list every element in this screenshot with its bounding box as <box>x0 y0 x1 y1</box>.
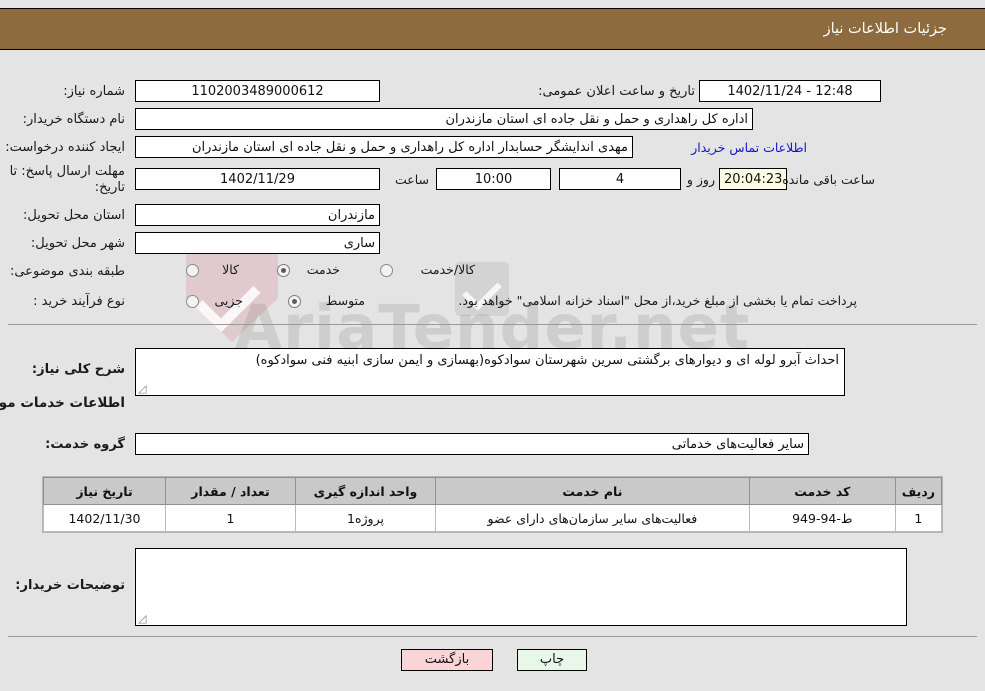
buyer-notes-label: توضیحات خریدار: <box>15 578 125 593</box>
general-description-textarea[interactable]: احداث آبرو لوله ای و دیوارهای برگشتی سری… <box>135 348 845 396</box>
cell-unit: پروژه1 <box>295 504 436 532</box>
deadline-hour-value: 10:00 <box>436 168 551 190</box>
cell-service-name: فعالیت‌های سایر سازمان‌های دارای عضو <box>435 504 750 532</box>
deadline-days-label: روز و <box>686 172 715 187</box>
page-root: AriaTender.net جزئیات اطلاعات نیاز شماره… <box>0 0 985 691</box>
cell-service-code: ط-94-949 <box>748 504 896 532</box>
resize-grip-icon[interactable]: ◺ <box>138 382 149 395</box>
deadline-label: مهلت ارسال پاسخ: تا تاریخ: <box>9 164 125 195</box>
page-title-bar: جزئیات اطلاعات نیاز <box>0 8 985 50</box>
deadline-date-value: 1402/11/29 <box>135 168 380 190</box>
deadline-remaining-label: ساعت باقی مانده <box>782 172 875 187</box>
radio-purchase-medium-label: متوسط <box>325 293 365 308</box>
radio-subject-goods[interactable] <box>186 264 199 277</box>
subject-class-label: طبقه بندی موضوعی: <box>9 264 125 279</box>
radio-subject-service[interactable] <box>277 264 290 277</box>
col-header-service-code: کد خدمت <box>748 477 896 505</box>
services-section-title: اطلاعات خدمات مورد نیاز <box>0 395 125 411</box>
cell-quantity: 1 <box>165 504 296 532</box>
delivery-city-label: شهر محل تحویل: <box>30 236 125 251</box>
general-description-value: احداث آبرو لوله ای و دیوارهای برگشتی سری… <box>255 353 839 368</box>
cell-index: 1 <box>894 504 943 532</box>
table-row: 1 ط-94-949 فعالیت‌های سایر سازمان‌های دا… <box>43 504 943 532</box>
purchase-type-note: پرداخت تمام یا بخشی از مبلغ خرید،از محل … <box>458 293 857 308</box>
section-divider-bottom <box>8 636 977 637</box>
back-button[interactable]: بازگشت <box>401 649 493 671</box>
deadline-hour-label: ساعت <box>394 172 429 187</box>
announce-datetime-value: 1402/11/24 - 12:48 <box>699 80 881 102</box>
need-number-label: شماره نیاز: <box>63 84 125 99</box>
service-group-value: سایر فعالیت‌های خدماتی <box>135 433 809 455</box>
radio-subject-service-label: خدمت <box>306 262 340 277</box>
requester-label: ایجاد کننده درخواست: <box>5 140 125 155</box>
radio-subject-goods-label: کالا <box>222 262 239 277</box>
buyer-org-value: اداره کل راهداری و حمل و نقل جاده ای است… <box>135 108 753 130</box>
buyer-contact-link[interactable]: اطلاعات تماس خریدار <box>691 140 807 155</box>
resize-grip-icon-notes[interactable]: ◺ <box>138 612 149 625</box>
col-header-index: ردیف <box>894 477 943 505</box>
requester-value: مهدی اندایشگر حسابدار اداره کل راهداری و… <box>135 136 633 158</box>
section-divider-top <box>8 324 977 325</box>
buyer-org-label: نام دستگاه خریدار: <box>22 112 125 127</box>
radio-purchase-minor-label: جزیی <box>214 293 243 308</box>
table-header-row: ردیف کد خدمت نام خدمت واحد اندازه گیری ت… <box>43 477 943 505</box>
services-table-wrapper: ردیف کد خدمت نام خدمت واحد اندازه گیری ت… <box>42 476 943 533</box>
purchase-type-label: نوع فرآیند خرید : <box>33 294 125 309</box>
col-header-quantity: تعداد / مقدار <box>165 477 296 505</box>
radio-subject-goods-service-label: کالا/خدمت <box>420 262 475 277</box>
col-header-need-date: تاریخ نیاز <box>43 477 166 505</box>
services-table: ردیف کد خدمت نام خدمت واحد اندازه گیری ت… <box>43 477 943 532</box>
cell-need-date: 1402/11/30 <box>43 504 166 532</box>
service-group-label: گروه خدمت: <box>45 437 125 452</box>
delivery-city-value: ساری <box>135 232 380 254</box>
radio-purchase-medium[interactable] <box>288 295 301 308</box>
delivery-province-label: استان محل تحویل: <box>23 208 125 223</box>
radio-subject-goods-service[interactable] <box>380 264 393 277</box>
announce-datetime-label: تاریخ و ساعت اعلان عمومی: <box>538 84 695 99</box>
delivery-province-value: مازندران <box>135 204 380 226</box>
deadline-days-value: 4 <box>559 168 681 190</box>
radio-purchase-minor[interactable] <box>186 295 199 308</box>
buyer-notes-textarea[interactable]: ◺ <box>135 548 907 626</box>
deadline-countdown-timer: 20:04:23 <box>719 168 787 190</box>
general-description-label: شرح کلی نیاز: <box>31 362 125 377</box>
col-header-service-name: نام خدمت <box>435 477 750 505</box>
print-button[interactable]: چاپ <box>517 649 587 671</box>
page-title: جزئیات اطلاعات نیاز <box>823 21 947 37</box>
col-header-unit: واحد اندازه گیری <box>295 477 436 505</box>
need-number-value: 1102003489000612 <box>135 80 380 102</box>
